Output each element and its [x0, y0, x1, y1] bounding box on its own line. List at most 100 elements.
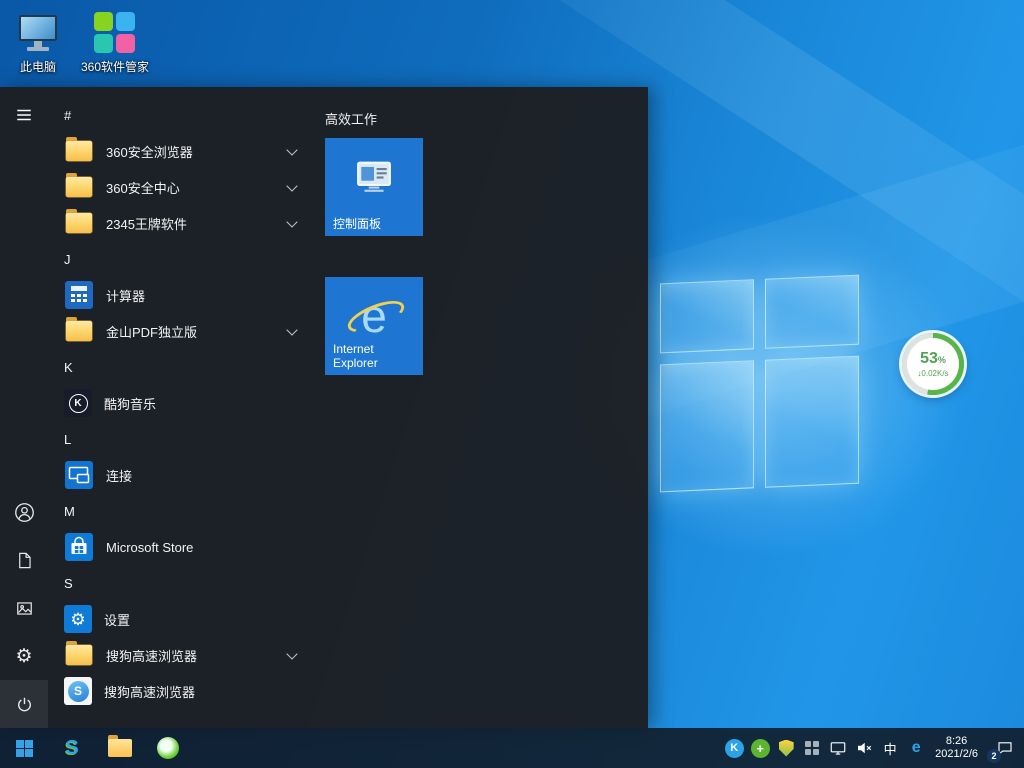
microsoft-store-icon [64, 532, 94, 562]
tile-group-header[interactable]: 高效工作 [325, 109, 377, 128]
hamburger-icon [15, 106, 33, 124]
windows-logo-icon [16, 740, 33, 757]
taskbar-360-browser-button[interactable]: S [48, 728, 96, 768]
desktop-icon-label: 此电脑 [2, 60, 74, 74]
tile-control-panel[interactable]: 控制面板 [325, 138, 423, 236]
start-tiles-area: 高效工作 控制面板 [325, 87, 648, 728]
tile-label: Internet Explorer [333, 342, 417, 370]
menu-expand-button[interactable] [0, 91, 48, 139]
start-app-sogou-browser-folder[interactable]: 搜狗高速浏览器 [56, 637, 308, 673]
app-section-header-l[interactable]: L [56, 421, 308, 457]
start-app-360-secure-browser-folder[interactable]: 360安全浏览器 [56, 133, 308, 169]
tray-security-shield-button[interactable] [773, 728, 799, 768]
clock-date: 2021/2/6 [935, 748, 978, 761]
download-speed: ↓0.02K/s [917, 369, 948, 379]
taskbar: S K + 中 [0, 728, 1024, 768]
shield-icon [779, 740, 794, 757]
folder-icon [64, 640, 94, 670]
chevron-down-icon[interactable] [286, 216, 297, 227]
desktop-icon-360-software-manager[interactable]: 360软件管家 [79, 8, 151, 74]
360-software-manager-icon [94, 12, 136, 54]
power-button[interactable] [0, 680, 48, 728]
settings-gear-icon: ⚙ [64, 605, 92, 633]
start-app-calculator[interactable]: 计算器 [56, 277, 308, 313]
chevron-down-icon[interactable] [286, 648, 297, 659]
app-section-header-k[interactable]: K [56, 349, 308, 385]
document-icon [15, 551, 34, 570]
windows-logo-pane [660, 279, 754, 353]
this-pc-icon [16, 11, 60, 55]
tray-ie-button[interactable]: e [903, 728, 929, 768]
kugou-tray-icon: K [725, 739, 744, 758]
kugou-music-icon: K [64, 389, 92, 417]
chevron-down-icon[interactable] [286, 324, 297, 335]
input-method-indicator[interactable]: 中 [877, 728, 903, 768]
start-app-2345-software-folder[interactable]: 2345王牌软件 [56, 205, 308, 241]
power-icon [15, 695, 34, 714]
start-menu-rail: ⚙ [0, 87, 48, 728]
windows-logo-pane [660, 360, 754, 492]
windows-logo-pane [765, 275, 859, 349]
start-app-microsoft-store[interactable]: Microsoft Store [56, 529, 308, 565]
chevron-down-icon[interactable] [286, 180, 297, 191]
start-menu: ⚙ # 360安全浏览器 360安全中心 [0, 87, 648, 728]
folder-icon [64, 208, 94, 238]
windows-logo-pane [765, 356, 859, 488]
taskbar-clock[interactable]: 8:26 2021/2/6 [935, 735, 978, 761]
pictures-icon [15, 599, 34, 618]
chevron-down-icon[interactable] [286, 144, 297, 155]
pictures-button[interactable] [0, 584, 48, 632]
desktop-icon-this-pc[interactable]: 此电脑 [2, 8, 74, 74]
start-app-list: # 360安全浏览器 360安全中心 2345王牌软件 J [56, 97, 308, 709]
taskbar-file-explorer-button[interactable] [96, 728, 144, 768]
tile-internet-explorer[interactable]: e Internet Explorer [325, 277, 423, 375]
user-avatar-icon [14, 502, 35, 523]
app-section-header-hash[interactable]: # [56, 97, 308, 133]
folder-icon [64, 172, 94, 202]
start-app-kingsoft-pdf-folder[interactable]: 金山PDF独立版 [56, 313, 308, 349]
app-section-header-j[interactable]: J [56, 241, 308, 277]
documents-button[interactable] [0, 536, 48, 584]
tile-label: 控制面板 [333, 217, 417, 231]
360-speed-ball[interactable]: 53% ↓0.02K/s [902, 333, 964, 395]
360-speed-browser-icon [157, 737, 179, 759]
start-app-sogou-browser[interactable]: S 搜狗高速浏览器 [56, 673, 308, 709]
speed-ball-face: 53% ↓0.02K/s [907, 338, 959, 390]
action-center-button[interactable]: 2 [986, 728, 1024, 768]
start-app-kugou-music[interactable]: K 酷狗音乐 [56, 385, 308, 421]
plus-circle-icon: + [751, 739, 770, 758]
start-app-settings[interactable]: ⚙ 设置 [56, 601, 308, 637]
gear-icon: ⚙ [15, 647, 32, 666]
app-section-header-m[interactable]: M [56, 493, 308, 529]
user-account-button[interactable] [0, 488, 48, 536]
app-section-header-s[interactable]: S [56, 565, 308, 601]
start-app-360-security-center-folder[interactable]: 360安全中心 [56, 169, 308, 205]
tray-kugou-button[interactable]: K [721, 728, 747, 768]
volume-muted-icon [855, 739, 873, 757]
control-panel-icon [356, 161, 392, 193]
tray-volume-button[interactable] [851, 728, 877, 768]
file-explorer-icon [108, 739, 132, 757]
internet-explorer-icon: e [348, 291, 400, 341]
grid-icon [805, 741, 819, 755]
folder-icon [64, 136, 94, 166]
desktop: 此电脑 360软件管家 [0, 0, 1024, 768]
memory-usage-percent: 53% [920, 350, 946, 369]
tray-360-health-button[interactable]: + [747, 728, 773, 768]
tray-utility-button[interactable] [799, 728, 825, 768]
sogou-browser-icon: S [64, 677, 92, 705]
tray-network-button[interactable] [825, 728, 851, 768]
taskbar-360-speed-browser-button[interactable] [144, 728, 192, 768]
network-monitor-icon [829, 739, 847, 757]
ie-tray-icon: e [912, 739, 921, 757]
calculator-icon [64, 280, 94, 310]
settings-button[interactable]: ⚙ [0, 632, 48, 680]
clock-time: 8:26 [935, 735, 978, 748]
desktop-icon-label: 360软件管家 [79, 60, 151, 74]
windows-logo-wallpaper [660, 275, 860, 500]
start-button[interactable] [0, 728, 48, 768]
connect-icon [64, 460, 94, 490]
start-app-connect[interactable]: 连接 [56, 457, 308, 493]
360-browser-icon: S [65, 737, 78, 760]
folder-icon [64, 316, 94, 346]
